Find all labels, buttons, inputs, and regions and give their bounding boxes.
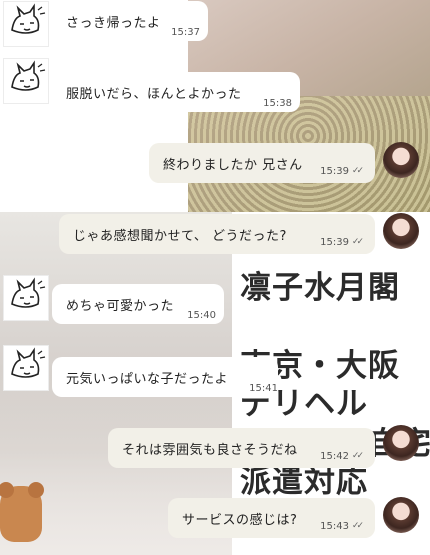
sender-avatar-cat-icon[interactable] bbox=[3, 1, 49, 47]
message-text: それは雰囲気も良さそうだね bbox=[122, 442, 298, 458]
sender-avatar-cat-icon[interactable] bbox=[3, 275, 49, 321]
message-text: じゃあ感想聞かせて、 どうだった? bbox=[73, 228, 287, 244]
message-bubble-incoming[interactable]: 元気いっぱいな子だったよ 15:41 bbox=[52, 357, 278, 397]
message-timestamp: 15:38 bbox=[263, 98, 292, 109]
double-check-icon: ✓✓ bbox=[351, 237, 364, 247]
message-timestamp: 15:41 bbox=[249, 383, 278, 394]
message-text: 服脱いだら、ほんとよかった bbox=[66, 86, 242, 102]
user-avatar[interactable] bbox=[383, 425, 419, 461]
double-check-icon: ✓✓ bbox=[351, 166, 364, 176]
message-bubble-incoming[interactable]: めちゃ可愛かった 15:40 bbox=[52, 284, 224, 324]
message-timestamp: 15:39 bbox=[320, 166, 349, 177]
message-bubble-outgoing[interactable]: 終わりましたか 兄さん 15:39 ✓✓ bbox=[149, 143, 375, 183]
cat-sketch-icon bbox=[11, 277, 46, 308]
chat-screen: 凛子水月閣 東京・大阪 デリヘル ホテル・自宅 派遣対応 さっき帰ったよ 15:… bbox=[0, 0, 430, 555]
sender-avatar-cat-icon[interactable] bbox=[3, 345, 49, 391]
message-bubble-outgoing[interactable]: じゃあ感想聞かせて、 どうだった? 15:39 ✓✓ bbox=[59, 214, 375, 254]
message-bubble-outgoing[interactable]: それは雰囲気も良さそうだね 15:42 ✓✓ bbox=[108, 428, 375, 468]
user-avatar[interactable] bbox=[383, 142, 419, 178]
cat-sketch-icon bbox=[11, 60, 46, 91]
user-avatar[interactable] bbox=[383, 213, 419, 249]
message-timestamp: 15:43 bbox=[320, 521, 349, 532]
message-bubble-outgoing[interactable]: サービスの感じは? 15:43 ✓✓ bbox=[168, 498, 375, 538]
message-bubble-incoming[interactable]: さっき帰ったよ 15:37 bbox=[52, 1, 208, 41]
double-check-icon: ✓✓ bbox=[351, 521, 364, 531]
message-timestamp: 15:39 bbox=[320, 237, 349, 248]
message-timestamp: 15:37 bbox=[171, 27, 200, 38]
message-timestamp: 15:40 bbox=[187, 310, 216, 321]
promo-line-1: 凛子水月閣 bbox=[240, 270, 400, 306]
message-text: 終わりましたか 兄さん bbox=[163, 157, 303, 173]
user-avatar[interactable] bbox=[383, 497, 419, 533]
sender-avatar-cat-icon[interactable] bbox=[3, 58, 49, 104]
cat-sketch-icon bbox=[11, 3, 46, 34]
message-text: サービスの感じは? bbox=[182, 512, 298, 528]
cat-sketch-icon bbox=[11, 347, 46, 378]
message-timestamp: 15:42 bbox=[320, 451, 349, 462]
double-check-icon: ✓✓ bbox=[351, 451, 364, 461]
message-text: めちゃ可愛かった bbox=[66, 298, 175, 314]
message-text: 元気いっぱいな子だったよ bbox=[66, 371, 229, 387]
message-bubble-incoming[interactable]: 服脱いだら、ほんとよかった 15:38 bbox=[52, 72, 300, 112]
bear-doll-image bbox=[0, 482, 44, 542]
message-text: さっき帰ったよ bbox=[66, 15, 161, 31]
